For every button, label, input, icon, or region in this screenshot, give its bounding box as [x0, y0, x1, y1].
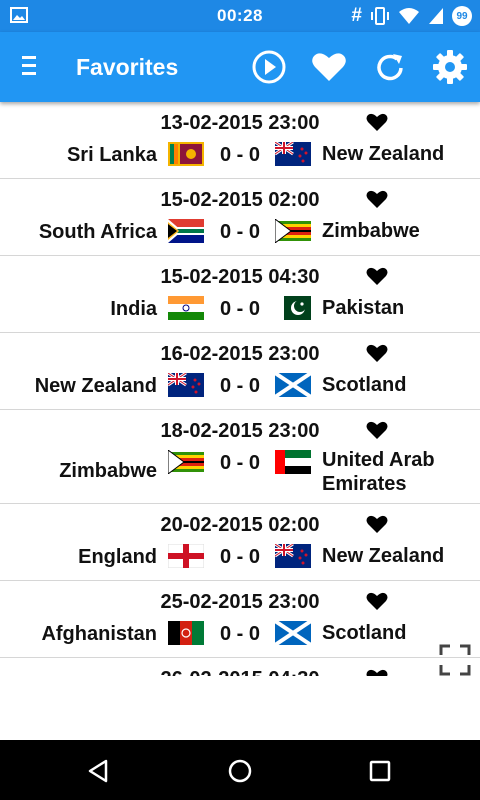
home-icon[interactable] [227, 758, 253, 784]
favorite-heart-icon[interactable] [366, 591, 388, 611]
home-team: Afghanistan [41, 623, 157, 645]
zimbabwe-flag-icon [168, 450, 204, 474]
match-datetime: 25-02-2015 23:00 [160, 591, 320, 613]
match-score: 0 - 0 [219, 452, 261, 474]
away-team: Scotland [322, 374, 407, 396]
navigation-bar [0, 740, 480, 800]
match-row[interactable]: 15-02-2015 04:30 India 0 - 0 Pakistan [0, 256, 480, 333]
favorites-list[interactable]: 13-02-2015 23:00 Sri Lanka 0 - 0 New Zea… [0, 102, 480, 676]
app-bar: Favorites [0, 32, 480, 102]
home-team: England [78, 546, 157, 568]
page-title: Favorites [76, 54, 179, 80]
home-team: Zimbabwe [59, 460, 157, 482]
favorite-heart-icon[interactable] [366, 189, 388, 209]
match-row[interactable]: 25-02-2015 23:00 Afghanistan 0 - 0 Scotl… [0, 581, 480, 658]
back-icon[interactable] [86, 758, 112, 784]
favorite-heart-icon[interactable] [366, 514, 388, 534]
england-flag-icon [168, 544, 204, 568]
match-row[interactable]: 26-02-2015 04:30 [0, 658, 480, 676]
sri-lanka-flag-icon [168, 142, 204, 166]
match-score: 0 - 0 [219, 221, 261, 243]
wifi-icon [399, 8, 419, 24]
hash-icon: # [351, 5, 362, 26]
heart-icon[interactable] [310, 48, 348, 86]
match-score: 0 - 0 [219, 375, 261, 397]
favorite-heart-icon[interactable] [366, 266, 388, 286]
match-datetime: 16-02-2015 23:00 [160, 343, 320, 365]
match-datetime: 26-02-2015 04:30 [0, 668, 480, 676]
india-flag-icon [168, 296, 204, 320]
match-datetime: 13-02-2015 23:00 [160, 112, 320, 134]
away-team: New Zealand [322, 545, 445, 567]
settings-icon[interactable] [431, 48, 469, 86]
away-team: Zimbabwe [322, 220, 420, 242]
away-team: United Arab Emirates [322, 449, 435, 495]
favorite-heart-icon[interactable] [366, 668, 388, 676]
match-score: 0 - 0 [219, 298, 261, 320]
afghanistan-flag-icon [168, 621, 204, 645]
home-team: New Zealand [34, 375, 157, 397]
fullscreen-icon[interactable] [439, 644, 471, 676]
match-datetime: 15-02-2015 02:00 [160, 189, 320, 211]
pakistan-flag-icon [275, 296, 311, 320]
match-row[interactable]: 15-02-2015 02:00 South Africa 0 - 0 Zimb… [0, 179, 480, 256]
away-team: Scotland [322, 622, 407, 644]
home-team: Sri Lanka [66, 144, 157, 166]
status-bar: 00:28 # 99 [0, 0, 480, 32]
new-zealand-flag-icon [168, 373, 204, 397]
new-zealand-flag-icon [275, 142, 311, 166]
scotland-flag-icon [275, 373, 311, 397]
match-row[interactable]: 20-02-2015 02:00 England 0 - 0 New Zeala… [0, 504, 480, 581]
match-score: 0 - 0 [219, 623, 261, 645]
recents-icon[interactable] [367, 758, 393, 784]
match-score: 0 - 0 [219, 144, 261, 166]
zimbabwe-flag-icon [275, 219, 311, 243]
favorite-heart-icon[interactable] [366, 112, 388, 132]
match-row[interactable]: 16-02-2015 23:00 New Zealand 0 - 0 Scotl… [0, 333, 480, 410]
favorite-heart-icon[interactable] [366, 343, 388, 363]
away-team: New Zealand [322, 143, 445, 165]
new-zealand-flag-icon [275, 544, 311, 568]
refresh-icon[interactable] [371, 48, 409, 86]
play-icon[interactable] [250, 48, 288, 86]
home-team: India [110, 298, 157, 320]
match-row[interactable]: 18-02-2015 23:00 Zimbabwe 0 - 0 United A… [0, 410, 480, 504]
signal-icon [429, 8, 443, 24]
match-datetime: 20-02-2015 02:00 [160, 514, 320, 536]
favorite-heart-icon[interactable] [366, 420, 388, 440]
match-datetime: 15-02-2015 04:30 [160, 266, 320, 288]
match-score: 0 - 0 [219, 546, 261, 568]
away-team: Pakistan [322, 297, 405, 319]
south-africa-flag-icon [168, 219, 204, 243]
battery-badge-icon: 99 [452, 6, 472, 26]
uae-flag-icon [275, 450, 311, 474]
scotland-flag-icon [275, 621, 311, 645]
menu-icon[interactable] [22, 56, 38, 78]
home-team: South Africa [38, 221, 157, 243]
match-datetime: 18-02-2015 23:00 [160, 420, 320, 442]
vibrate-icon [371, 7, 389, 25]
match-row[interactable]: 13-02-2015 23:00 Sri Lanka 0 - 0 New Zea… [0, 102, 480, 179]
